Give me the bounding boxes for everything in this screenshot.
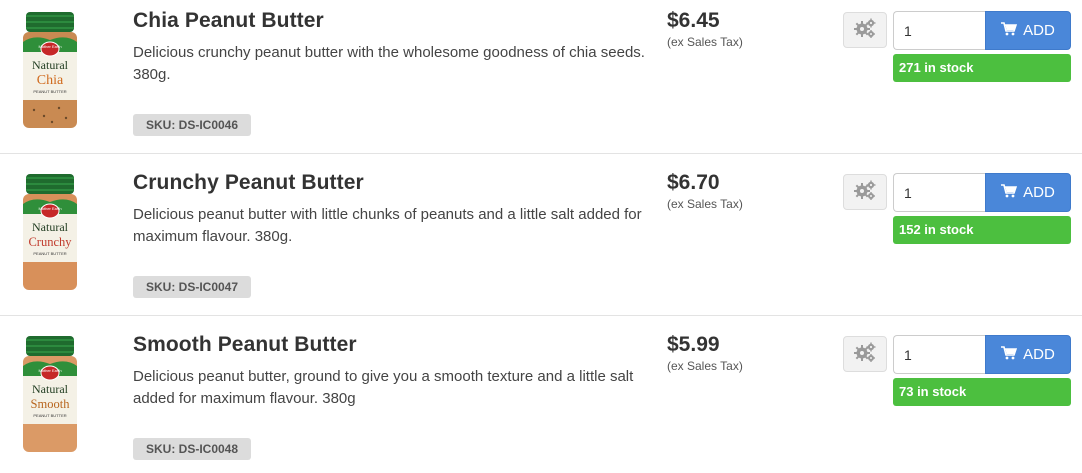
gears-icon (853, 341, 877, 368)
svg-text:Natural: Natural (32, 58, 69, 72)
cart-icon (1001, 21, 1018, 40)
quantity-input[interactable] (893, 335, 986, 374)
product-image[interactable]: Mother Earth Natural Crunchy PEANUT BUTT… (14, 174, 86, 292)
product-row: Mother Earth Natural Chia PEANUT BUTTER … (0, 0, 1082, 154)
product-row: Mother Earth Natural Crunchy PEANUT BUTT… (0, 154, 1082, 316)
product-price: $6.70 (667, 171, 720, 194)
add-to-cart-button[interactable]: ADD (985, 11, 1071, 50)
svg-text:Mother Earth: Mother Earth (38, 206, 61, 211)
gears-icon (853, 17, 877, 44)
svg-text:Natural: Natural (32, 220, 69, 234)
sku-badge: SKU: DS-IC0048 (133, 438, 252, 460)
options-button[interactable] (843, 12, 887, 48)
tax-note: (ex Sales Tax) (667, 359, 743, 373)
product-name[interactable]: Crunchy Peanut Butter (133, 171, 364, 195)
svg-text:Chia: Chia (37, 73, 64, 88)
cart-icon (1001, 183, 1018, 202)
options-button[interactable] (843, 174, 887, 210)
product-list: Mother Earth Natural Chia PEANUT BUTTER … (0, 0, 1082, 473)
tax-note: (ex Sales Tax) (667, 35, 743, 49)
product-image[interactable]: Mother Earth Natural Chia PEANUT BUTTER (14, 12, 86, 130)
quantity-input[interactable] (893, 173, 986, 212)
product-row: Mother Earth Natural Smooth PEANUT BUTTE… (0, 316, 1082, 473)
sku-badge: SKU: DS-IC0047 (133, 276, 252, 298)
product-name[interactable]: Chia Peanut Butter (133, 9, 324, 33)
add-to-cart-button[interactable]: ADD (985, 335, 1071, 374)
svg-text:PEANUT BUTTER: PEANUT BUTTER (33, 413, 66, 418)
product-price: $5.99 (667, 333, 720, 356)
add-label: ADD (1023, 184, 1055, 201)
product-description: Delicious peanut butter, ground to give … (133, 368, 634, 407)
gears-icon (853, 179, 877, 206)
product-description: Delicious peanut butter with little chun… (133, 206, 642, 245)
product-price: $6.45 (667, 9, 720, 32)
stock-badge: 73 in stock (893, 378, 1071, 406)
svg-text:Smooth: Smooth (31, 397, 71, 411)
svg-text:Natural: Natural (32, 382, 69, 396)
sku-badge: SKU: DS-IC0046 (133, 114, 252, 136)
svg-text:PEANUT BUTTER: PEANUT BUTTER (33, 89, 66, 94)
stock-badge: 152 in stock (893, 216, 1071, 244)
product-name[interactable]: Smooth Peanut Butter (133, 333, 357, 357)
product-description: Delicious crunchy peanut butter with the… (133, 44, 645, 83)
add-label: ADD (1023, 22, 1055, 39)
options-button[interactable] (843, 336, 887, 372)
cart-icon (1001, 345, 1018, 364)
svg-text:Crunchy: Crunchy (28, 235, 72, 249)
stock-badge: 271 in stock (893, 54, 1071, 82)
svg-text:Mother Earth: Mother Earth (38, 368, 61, 373)
tax-note: (ex Sales Tax) (667, 197, 743, 211)
product-image[interactable]: Mother Earth Natural Smooth PEANUT BUTTE… (14, 336, 86, 454)
svg-text:PEANUT BUTTER: PEANUT BUTTER (33, 251, 66, 256)
svg-text:Mother Earth: Mother Earth (38, 44, 61, 49)
add-label: ADD (1023, 346, 1055, 363)
add-to-cart-button[interactable]: ADD (985, 173, 1071, 212)
quantity-input[interactable] (893, 11, 986, 50)
